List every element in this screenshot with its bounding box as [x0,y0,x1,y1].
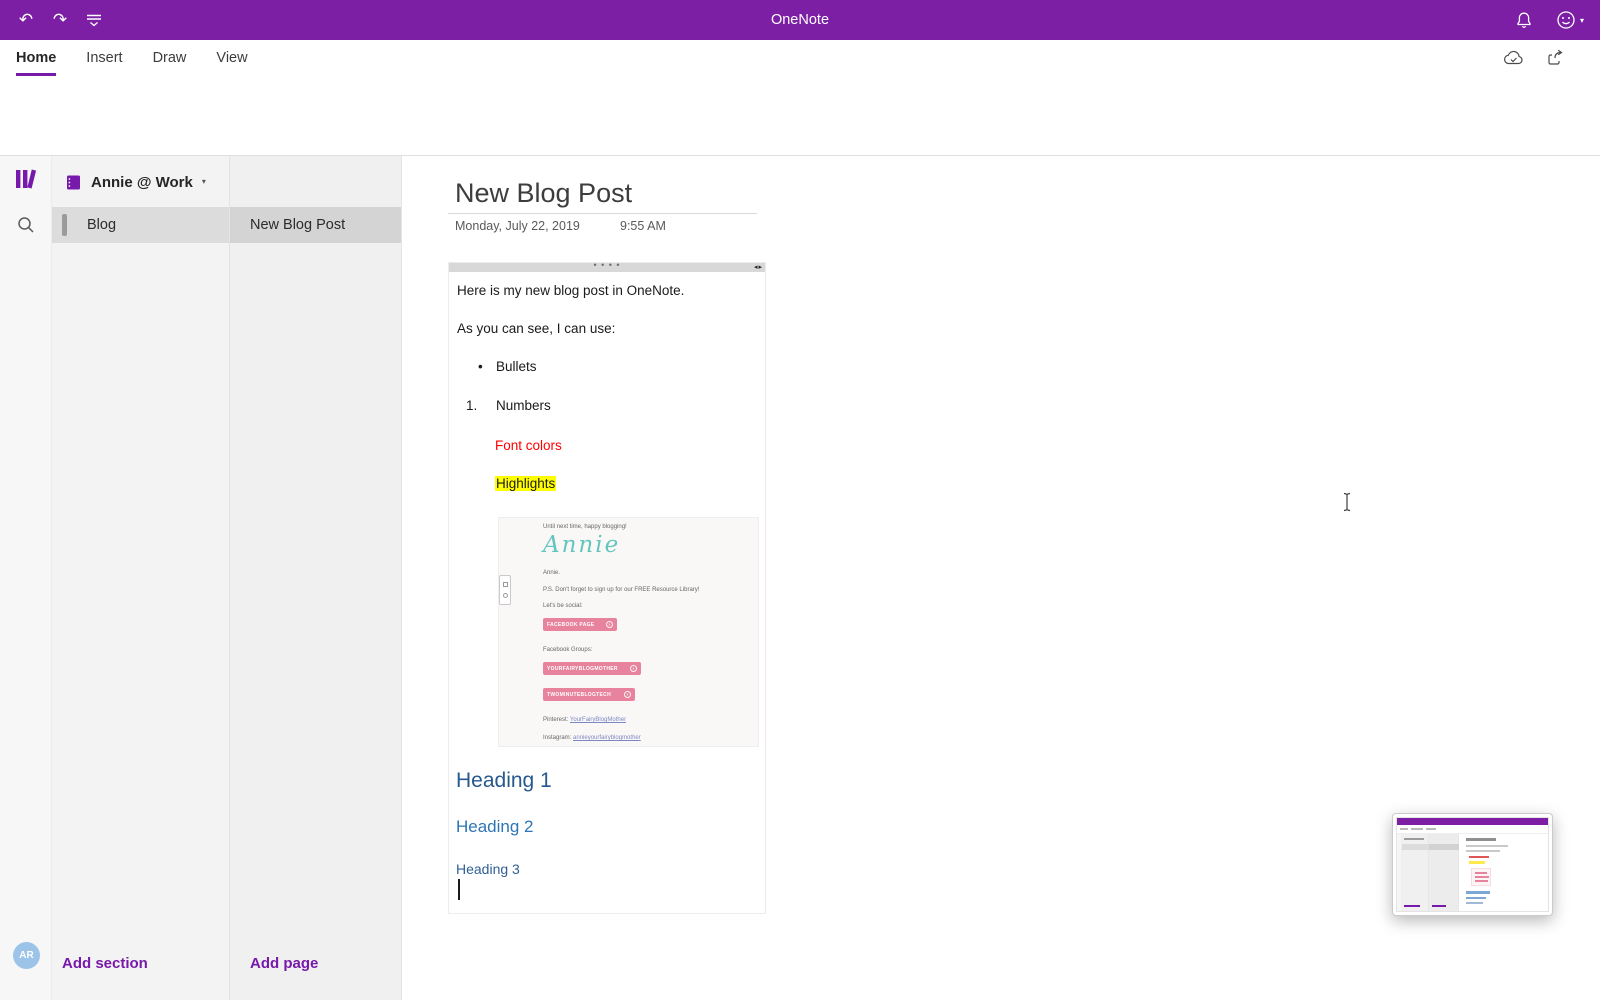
outline-handle-dots-icon: • • • • [593,260,621,270]
tab-insert[interactable]: Insert [86,40,122,76]
paragraph[interactable]: As you can see, I can use: [457,321,615,336]
image-signature-text: Annie [543,532,621,558]
account-menu-button[interactable]: ▾ [1556,10,1584,30]
heading-3-text[interactable]: Heading 3 [456,861,520,877]
notebooks-button[interactable] [13,166,39,192]
tab-draw[interactable]: Draw [153,40,187,76]
image-instagram-line: Instagram: annieyourfairyblogmother [543,735,641,741]
share-icon [1548,49,1563,65]
facebook-page-button: FACEBOOK PAGE › [543,618,617,631]
page-time: 9:55 AM [620,219,666,233]
twominuteblogtech-button: TWOMINUTEBLOGTECH › [543,688,635,701]
cloud-sync-icon [1504,50,1523,65]
button-arrow-icon: › [630,665,637,672]
bell-icon [1517,12,1531,28]
bullet-list-item[interactable]: Bullets [496,359,537,374]
preview-window [1396,817,1549,912]
avatar-initials: AR [19,950,34,961]
embedded-image[interactable]: Until next time, happy blogging! Annie A… [498,517,759,747]
notebooks-library-icon [16,169,37,189]
ribbon-tab-row: Home Insert Draw View [0,40,1600,76]
titlebar: ↶ ↷ OneNote ▾ [0,0,1600,40]
heading-1-text[interactable]: Heading 1 [456,769,552,793]
save-widget-icon [502,582,508,587]
ribbon-display-options-button[interactable] [80,6,108,34]
notifications-button[interactable] [1510,6,1538,34]
button-arrow-icon: › [606,621,613,628]
image-groups-text: Facebook Groups: [543,647,593,653]
title-divider [448,213,757,214]
pages-panel: New Blog Post Add page [230,156,402,1000]
image-social-text: Let's be social: [543,603,583,609]
sections-panel: Annie @ Work ▾ Blog Add section [52,156,230,1000]
note-outline[interactable]: • • • • ◂▸ Here is my new blog post in O… [448,260,766,914]
image-pinterest-line: Pinterest: YourFairyBlogMother [543,717,627,723]
number-prefix: 1. [466,398,478,413]
heading-2-text[interactable]: Heading 2 [456,817,534,837]
image-ps-text: P.S. Don't forget to sign up for our FRE… [543,587,700,593]
app-rail: AR [0,156,52,1000]
yourfairyblogmother-button: YOURFAIRYBLOGMOTHER › [543,662,641,675]
undo-button[interactable]: ↶ [12,6,40,34]
user-avatar[interactable]: AR [13,942,40,969]
image-name-text: Annie. [543,570,561,576]
titlebar-left-controls: ↶ ↷ [12,6,108,34]
mouse-ibeam-cursor [1341,492,1353,517]
undo-icon: ↶ [18,10,34,29]
ribbon: ▾ Paste Cut Copy Format Calibri ▾ 11 ▾ ▾ [0,76,1600,219]
tab-view[interactable]: View [216,40,247,76]
section-color-bar [62,214,67,236]
outline-drag-handle[interactable]: • • • • ◂▸ [449,260,765,272]
search-button[interactable] [15,214,37,236]
ribbon-options-icon [87,14,101,27]
page-label: New Blog Post [250,217,346,233]
onenote-window: ↶ ↷ OneNote ▾ Home Insert Draw View AR A… [0,0,1600,1000]
redo-icon: ↷ [52,10,68,29]
highlighted-text[interactable]: Highlights [495,476,557,491]
notebook-switcher[interactable]: Annie @ Work ▾ [52,164,229,200]
button-arrow-icon: › [624,691,631,698]
notebook-icon [67,175,80,189]
search-icon [18,217,34,233]
redo-button[interactable]: ↷ [46,6,74,34]
share-button[interactable] [1546,49,1564,67]
section-item-blog[interactable]: Blog [52,207,229,243]
account-icon [1557,11,1575,29]
notebook-dropdown-icon: ▾ [201,177,206,186]
notebook-name: Annie @ Work [91,173,193,191]
outline-resize-handle[interactable]: ◂▸ [754,263,763,271]
bullet-icon: • [478,359,483,374]
account-chevron-icon: ▾ [1579,15,1584,25]
tab-home[interactable]: Home [16,40,57,76]
section-label: Blog [87,217,117,233]
preview-ribbon [1397,825,1548,834]
add-section-button[interactable]: Add section [62,946,148,980]
numbered-list-item[interactable]: Numbers [496,398,551,413]
screen-preview-thumbnail[interactable] [1392,813,1553,916]
app-title: OneNote [770,12,830,28]
text-caret [458,879,460,900]
save-widget-icon [502,593,508,598]
font-colors-text[interactable]: Font colors [495,438,562,453]
image-closing-text: Until next time, happy blogging! [543,524,627,530]
page-item-new-blog-post[interactable]: New Blog Post [230,207,401,243]
preview-titlebar [1397,818,1548,825]
page-title[interactable]: New Blog Post [455,178,632,209]
page-date: Monday, July 22, 2019 [455,219,580,233]
preview-body [1397,834,1548,911]
titlebar-right-controls: ▾ [1510,6,1584,34]
image-save-widget[interactable] [499,575,511,605]
paragraph[interactable]: Here is my new blog post in OneNote. [457,283,684,298]
sync-status-button[interactable] [1502,50,1524,66]
add-page-button[interactable]: Add page [250,946,318,980]
